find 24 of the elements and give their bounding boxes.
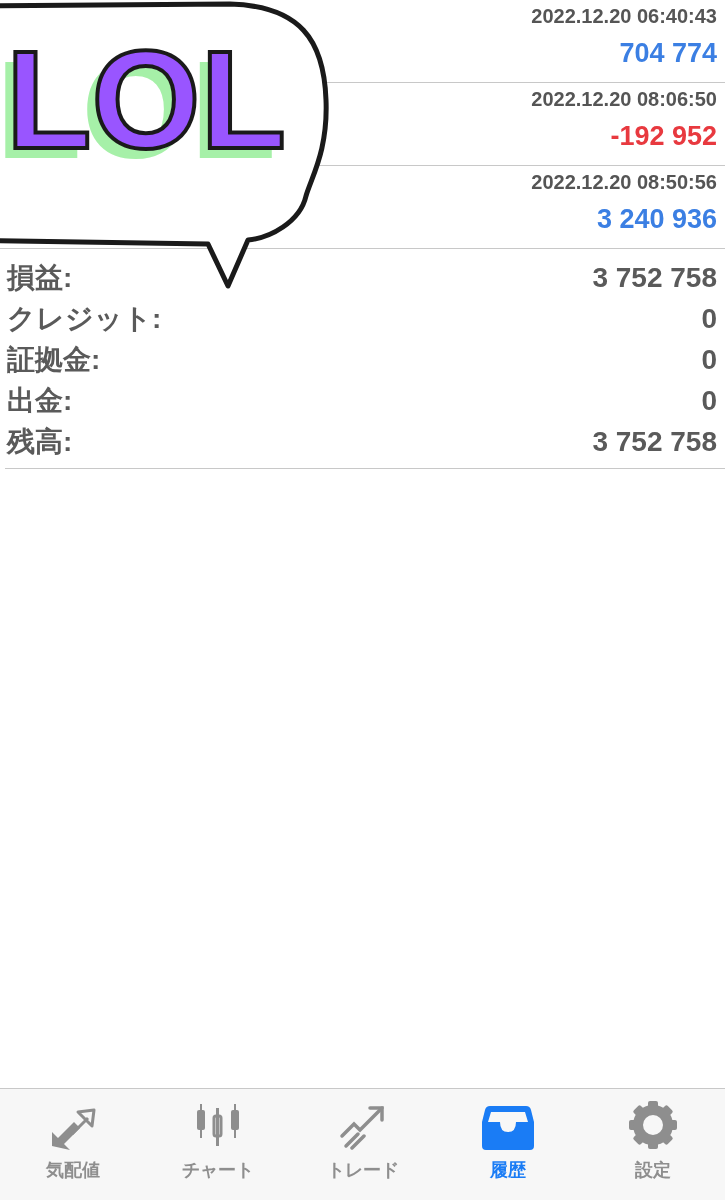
tab[interactable]: 気配値 (0, 1089, 145, 1200)
summary-value: 3 752 758 (592, 261, 717, 294)
summary-label: 出金: (7, 383, 73, 418)
trade-profit: -192 952 (610, 121, 717, 152)
settings-icon (627, 1100, 678, 1150)
summary-label: 証拠金: (7, 342, 101, 377)
tab[interactable]: チャート (145, 1089, 290, 1200)
summary-value: 0 (701, 343, 717, 376)
summary-value: 3 752 758 (592, 425, 717, 458)
summary-label: 残高: (7, 424, 73, 459)
summary-value: 0 (701, 302, 717, 335)
trade-time: 2022.12.20 08:50:56 (531, 171, 717, 194)
trade-time: 2022.12.20 06:40:43 (531, 5, 717, 28)
summary-value: 0 (701, 384, 717, 417)
trade-profit: 3 240 936 (596, 204, 717, 235)
summary-label: クレジット: (7, 301, 162, 336)
sticker-text: LOL (6, 30, 286, 170)
trade-time: 2022.12.20 08:06:50 (531, 88, 717, 111)
tab[interactable]: トレード (290, 1089, 435, 1200)
inbox-tray-icon (481, 1104, 534, 1150)
tab[interactable]: 設定 (580, 1089, 725, 1200)
tab[interactable]: 履歴 (435, 1089, 580, 1200)
trade-profit: 704 774 (619, 38, 717, 69)
summary-label: 損益: (7, 260, 73, 295)
